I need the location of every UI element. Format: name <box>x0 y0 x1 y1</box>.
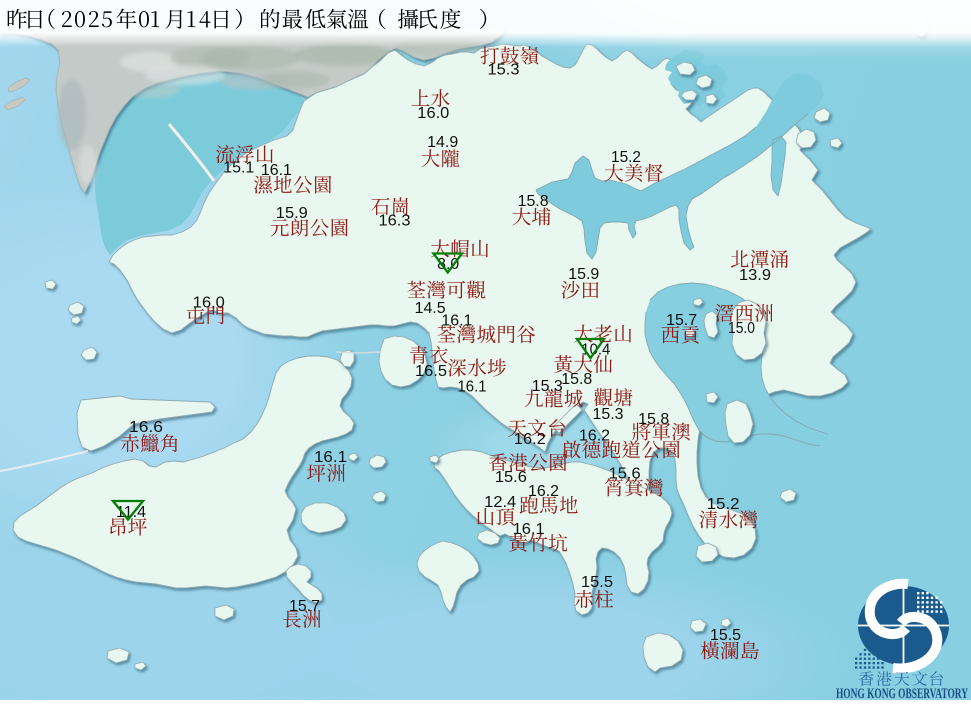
svg-text:16.2: 16.2 <box>514 431 546 448</box>
svg-text:15.5: 15.5 <box>710 627 741 644</box>
svg-text:15.9: 15.9 <box>568 266 599 283</box>
svg-text:16.1: 16.1 <box>261 162 292 179</box>
svg-text:12.4: 12.4 <box>484 494 517 511</box>
svg-text:16.5: 16.5 <box>415 363 447 380</box>
svg-text:15.1: 15.1 <box>223 159 254 176</box>
svg-text:15.8: 15.8 <box>518 193 549 210</box>
svg-text:11.4: 11.4 <box>116 504 147 521</box>
svg-text:15.8: 15.8 <box>561 371 592 388</box>
svg-text:16.1: 16.1 <box>314 449 347 466</box>
svg-text:15.6: 15.6 <box>495 469 527 486</box>
svg-text:16.2: 16.2 <box>528 483 559 500</box>
svg-text:14.9: 14.9 <box>427 134 458 151</box>
svg-text:HONG KONG OBSERVATORY: HONG KONG OBSERVATORY <box>836 686 968 700</box>
svg-text:16.1: 16.1 <box>441 313 472 330</box>
svg-text:15.6: 15.6 <box>609 465 641 482</box>
svg-text:16.0: 16.0 <box>417 105 449 122</box>
svg-text:15.7: 15.7 <box>289 598 320 615</box>
svg-text:15.3: 15.3 <box>593 406 624 423</box>
svg-text:15.2: 15.2 <box>611 149 641 166</box>
svg-text:16.2: 16.2 <box>579 428 610 445</box>
svg-text:15.5: 15.5 <box>581 574 613 591</box>
svg-text:16.1: 16.1 <box>458 378 487 395</box>
svg-text:15.0: 15.0 <box>728 320 755 337</box>
svg-text:15.8: 15.8 <box>638 411 669 428</box>
svg-text:16.3: 16.3 <box>379 213 411 230</box>
svg-text:16.0: 16.0 <box>193 295 225 312</box>
svg-text:16.1: 16.1 <box>513 521 545 538</box>
svg-text:15.3: 15.3 <box>488 62 520 79</box>
svg-text:16.6: 16.6 <box>129 419 163 436</box>
svg-text:15.2: 15.2 <box>707 496 740 513</box>
svg-text:13.9: 13.9 <box>739 267 771 284</box>
svg-text:15.7: 15.7 <box>666 312 697 329</box>
svg-text:15.3: 15.3 <box>532 378 563 395</box>
svg-text:15.9: 15.9 <box>276 205 308 222</box>
